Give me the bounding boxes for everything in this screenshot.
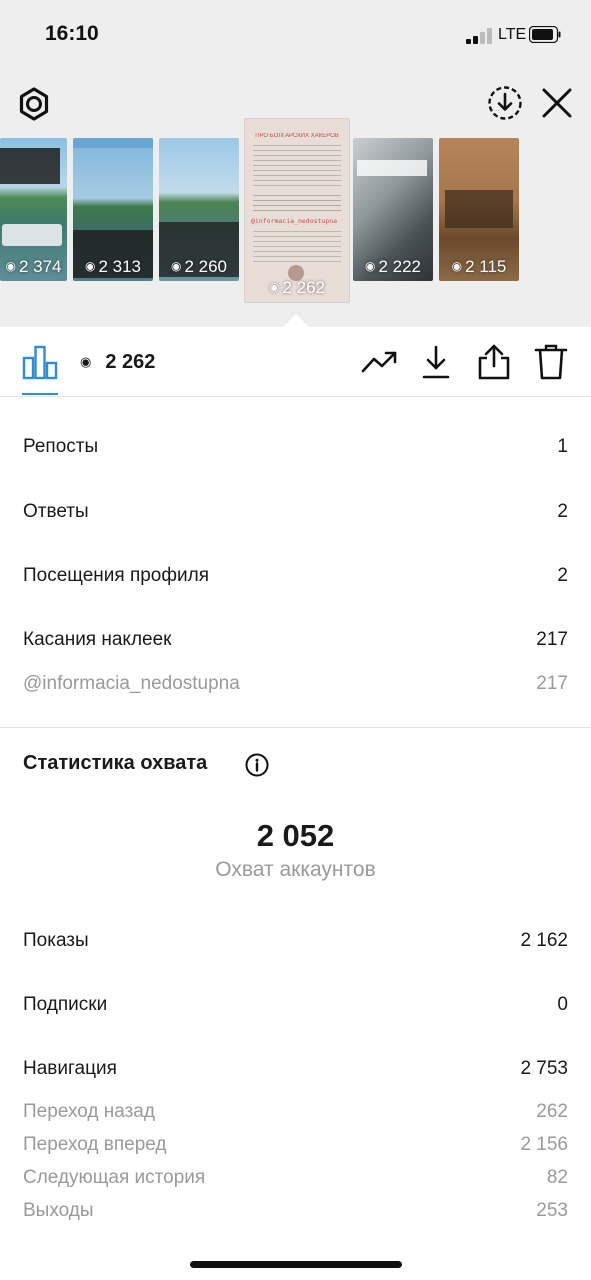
selected-story-pointer xyxy=(283,314,309,327)
stat-value: 0 xyxy=(557,994,568,1015)
accounts-reached-value: 2 052 xyxy=(256,818,335,853)
story-view-count: ◉ 2 374 xyxy=(5,257,62,276)
story-title: ПРО БОЛГАРСКИХ ХАКЕРОВ xyxy=(255,133,339,139)
share-icon[interactable] xyxy=(477,343,511,381)
stat-label: Переход вперед xyxy=(23,1134,167,1155)
signal-icon xyxy=(466,28,494,44)
story-thumbnail[interactable]: ◉ 2 374 xyxy=(0,138,67,281)
stat-value: 217 xyxy=(536,629,568,650)
stat-row-sticker-taps: Касания наклеек 217 xyxy=(23,629,568,651)
stat-row-replies: Ответы 2 xyxy=(23,501,568,523)
stat-label: Посещения профиля xyxy=(23,565,209,586)
story-mention-sticker: @informacia_nedostupna xyxy=(251,217,338,225)
stat-label: Переход назад xyxy=(23,1101,155,1122)
story-thumbnail[interactable]: ◉ 2 222 xyxy=(353,138,433,281)
bar-chart-icon[interactable] xyxy=(22,344,58,380)
download-icon[interactable] xyxy=(421,344,451,380)
story-thumbnail-selected[interactable]: ПРО БОЛГАРСКИХ ХАКЕРОВ @informacia_nedos… xyxy=(244,118,350,303)
close-icon[interactable] xyxy=(540,86,574,120)
stat-value: 217 xyxy=(536,673,568,694)
trash-icon[interactable] xyxy=(534,343,568,381)
stat-label: Показы xyxy=(23,930,89,951)
stat-label: Навигация xyxy=(23,1058,117,1079)
network-type: LTE xyxy=(498,26,527,43)
stat-value: 1 xyxy=(557,436,568,457)
story-view-count: ◉ 2 115 xyxy=(451,257,507,276)
accounts-reached-label: Охват аккаунтов xyxy=(215,858,376,881)
stat-label: Следующая история xyxy=(23,1167,206,1188)
stat-value: 262 xyxy=(536,1101,568,1122)
story-view-count: ◉ 2 260 xyxy=(170,257,228,276)
stat-label: Касания наклеек xyxy=(23,629,172,650)
stat-value: 2 753 xyxy=(520,1058,568,1079)
promote-trend-icon[interactable] xyxy=(361,347,399,377)
stat-row-exits: Выходы 253 xyxy=(23,1200,568,1222)
battery-icon xyxy=(529,26,561,43)
views-total: ◉ 2 262 xyxy=(80,351,155,374)
stat-row-reposts: Репосты 1 xyxy=(23,436,568,458)
story-view-count: ◉ 2 262 xyxy=(268,278,326,297)
story-view-count: ◉ 2 313 xyxy=(84,257,142,276)
stat-value: 253 xyxy=(536,1200,568,1221)
stat-row-navigation: Навигация 2 753 xyxy=(23,1058,568,1080)
stat-value: 2 xyxy=(557,565,568,586)
download-highlight-icon[interactable] xyxy=(487,85,523,121)
story-thumbnail[interactable]: ◉ 2 115 xyxy=(439,138,519,281)
settings-icon[interactable] xyxy=(16,86,52,122)
views-total-value: 2 262 xyxy=(105,351,156,373)
stat-label: Подписки xyxy=(23,994,108,1015)
active-tab-underline xyxy=(22,393,58,395)
stat-value: 2 162 xyxy=(520,930,568,951)
info-icon[interactable] xyxy=(245,753,269,777)
stat-row-sticker-mention: @informacia_nedostupna 217 xyxy=(23,673,568,695)
stat-row-impressions: Показы 2 162 xyxy=(23,930,568,952)
stat-row-forward: Переход вперед 2 156 xyxy=(23,1134,568,1156)
status-time: 16:10 xyxy=(45,22,99,45)
stat-value: 2 xyxy=(557,501,568,522)
stat-label: Выходы xyxy=(23,1200,94,1221)
stat-label: Ответы xyxy=(23,501,89,522)
stat-label: @informacia_nedostupna xyxy=(23,673,240,694)
stat-row-next-story: Следующая история 82 xyxy=(23,1167,568,1189)
eye-icon: ◉ xyxy=(80,354,92,369)
stat-value: 82 xyxy=(546,1167,568,1188)
story-strip-area: 16:10 LTE ◉ 2 374 ◉ 2 313 ◉ 2 260 ПРО БО… xyxy=(0,0,591,327)
story-thumbnail[interactable]: ◉ 2 260 xyxy=(159,138,239,281)
story-view-count: ◉ 2 222 xyxy=(364,257,422,276)
stat-row-back: Переход назад 262 xyxy=(23,1101,568,1123)
stat-value: 2 156 xyxy=(520,1134,568,1155)
home-indicator[interactable] xyxy=(190,1261,402,1268)
insights-toolbar: ◉ 2 262 xyxy=(0,327,591,397)
stat-label: Репосты xyxy=(23,436,99,457)
section-divider xyxy=(0,727,591,728)
story-thumbnail[interactable]: ◉ 2 313 xyxy=(73,138,153,281)
stat-row-follows: Подписки 0 xyxy=(23,994,568,1016)
stat-row-profile-visits: Посещения профиля 2 xyxy=(23,565,568,587)
reach-section-title: Статистика охвата xyxy=(23,752,208,774)
